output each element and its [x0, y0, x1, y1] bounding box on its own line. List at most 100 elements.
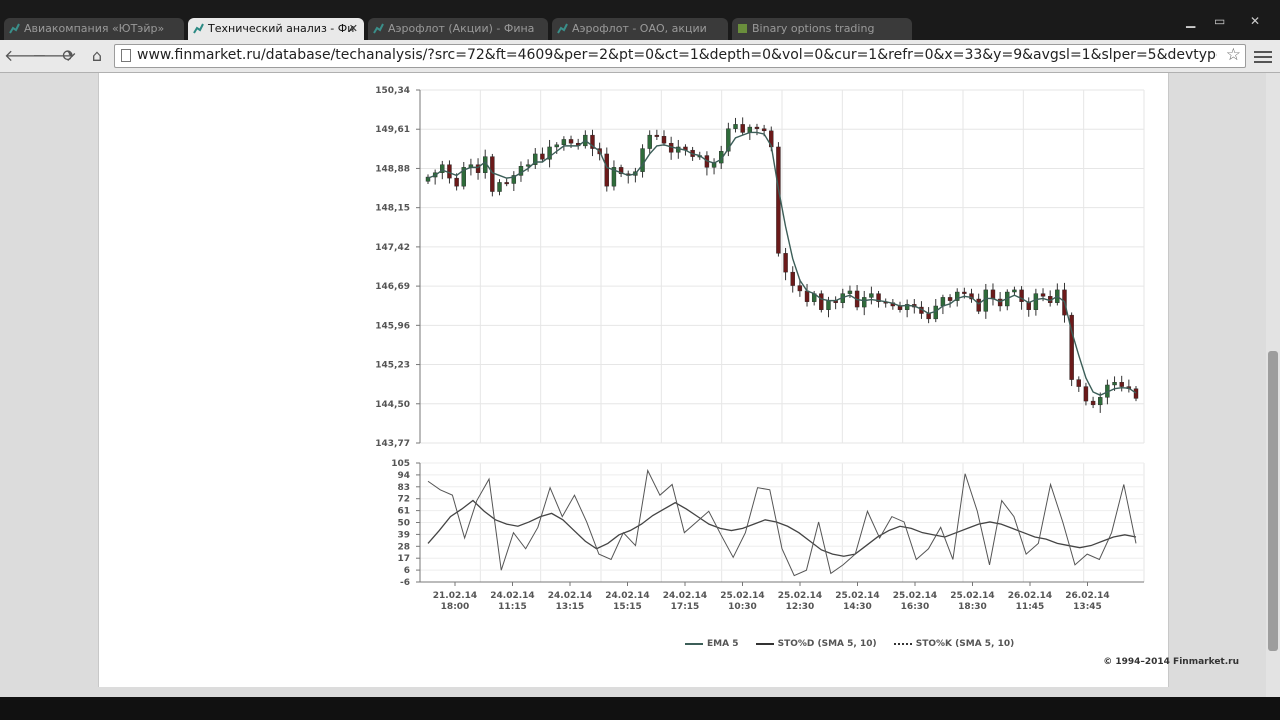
- candle-body: [554, 144, 559, 148]
- legend-sto-d-label: STO%D (SMA 5, 10): [777, 639, 877, 649]
- y-axis-tick-label: 50: [397, 519, 410, 529]
- x-axis-date-label: 26.02.14: [1008, 591, 1052, 601]
- x-axis-time-label: 17:15: [671, 602, 700, 612]
- candle-body: [568, 139, 574, 144]
- candle-body: [504, 182, 509, 185]
- y-axis-tick-label: 61: [397, 507, 410, 517]
- tab-5[interactable]: Binary options trading: [732, 18, 912, 40]
- forward-icon[interactable]: 🡒: [32, 45, 75, 67]
- x-axis-date-label: 24.02.14: [663, 591, 707, 601]
- x-axis-date-label: 25.02.14: [893, 591, 937, 601]
- candle-body: [1098, 397, 1103, 406]
- legend-sto-d: STO%D (SMA 5, 10): [755, 639, 877, 649]
- x-axis-date-label: 25.02.14: [950, 591, 994, 601]
- tab-2-active[interactable]: Технический анализ - Фи ✕: [188, 18, 364, 40]
- window-close-icon[interactable]: ✕: [1250, 14, 1260, 28]
- candle-body: [940, 297, 946, 307]
- candle-body: [525, 164, 531, 167]
- close-icon[interactable]: ✕: [349, 18, 358, 40]
- candle-body: [661, 136, 667, 144]
- y-axis-tick-label: 83: [397, 483, 410, 493]
- candle-body: [454, 177, 459, 187]
- address-text[interactable]: www.finmarket.ru/database/techanalysis/?…: [137, 47, 1217, 63]
- price-chart-axis: 150,34 149,61 148,88 148,15 147,42 146,69 145,…: [375, 86, 421, 449]
- candle-body: [497, 182, 502, 192]
- candle-body: [1076, 379, 1081, 387]
- chart-favicon-icon: [373, 23, 384, 34]
- home-icon[interactable]: ⌂: [86, 45, 108, 67]
- x-axis-date-label: 24.02.14: [548, 591, 592, 601]
- candle-body: [490, 156, 495, 192]
- candle-body: [983, 289, 989, 312]
- y-axis-tick-label: 148,15: [375, 204, 410, 214]
- candle-body: [1112, 382, 1117, 386]
- y-axis-tick-label: 144,50: [375, 400, 410, 410]
- tab-label: Авиакомпания «ЮТэйр»: [24, 22, 165, 35]
- x-axis-time-label: 10:30: [728, 602, 757, 612]
- x-axis-time-label: 14:30: [843, 602, 872, 612]
- x-axis-time-label: 15:15: [613, 602, 642, 612]
- y-axis-tick-label: 147,42: [375, 243, 410, 253]
- tab-label: Аэрофлот - ОАО, акции: [572, 22, 707, 35]
- tab-label: Технический анализ - Фи: [208, 22, 355, 35]
- x-axis-date-label: 25.02.14: [720, 591, 764, 601]
- page-favicon-icon: [738, 24, 747, 33]
- legend-ema-label: EMA 5: [707, 639, 739, 649]
- legend-ema: EMA 5: [685, 639, 738, 649]
- y-axis-tick-label: 28: [397, 542, 410, 552]
- tab-4[interactable]: Аэрофлот - ОАО, акции: [552, 18, 728, 40]
- candle-body: [776, 146, 781, 254]
- candle-body: [747, 126, 753, 133]
- x-axis-date-label: 25.02.14: [778, 591, 822, 601]
- x-axis-time-label: 18:30: [958, 602, 987, 612]
- x-axis-time-label: 18:00: [441, 602, 470, 612]
- candle-body: [990, 289, 996, 300]
- legend-sto-k: STO%K (SMA 5, 10): [893, 639, 1014, 649]
- y-axis-tick-label: 145,96: [375, 321, 410, 331]
- candle-body: [976, 298, 981, 312]
- menu-icon[interactable]: [1254, 48, 1272, 64]
- y-axis-tick-label: 145,23: [375, 361, 410, 371]
- address-bar[interactable]: www.finmarket.ru/database/techanalysis/?…: [114, 44, 1246, 68]
- candle-body: [561, 139, 567, 146]
- chart-area: 150,34 149,61 148,88 148,15 147,42 146,69 145,…: [375, 86, 1145, 612]
- tab-label: Binary options trading: [752, 22, 875, 35]
- candle-body: [790, 271, 795, 286]
- chart-favicon-icon: [557, 23, 568, 34]
- bookmark-star-icon[interactable]: ☆: [1226, 45, 1241, 65]
- candle-body: [804, 290, 810, 302]
- tab-3[interactable]: Аэрофлот (Акции) - Фина: [368, 18, 548, 40]
- candle-body: [826, 300, 831, 310]
- y-axis-tick-label: 148,88: [375, 164, 410, 174]
- copyright-text: © 1994–2014 Finmarket.ru: [1103, 657, 1239, 667]
- x-axis-time-label: 11:15: [498, 602, 527, 612]
- candle-body: [1133, 388, 1139, 399]
- x-axis-date-label: 21.02.14: [433, 591, 477, 601]
- scrollbar-thumb[interactable]: [1268, 351, 1278, 651]
- y-axis-tick-label: -6: [400, 578, 410, 588]
- x-axis-date-label: 24.02.14: [605, 591, 649, 601]
- candle-body: [1033, 293, 1039, 310]
- y-axis-tick-label: 39: [397, 530, 410, 540]
- candle-body: [947, 297, 953, 301]
- candle-body: [640, 148, 645, 172]
- x-axis-time-label: 13:15: [556, 602, 585, 612]
- candle-body: [754, 126, 760, 129]
- candle-body: [847, 290, 853, 294]
- back-icon[interactable]: 🡐: [4, 45, 47, 67]
- x-axis-labels: 21.02.1418:0024.02.1411:1524.02.1413:152…: [433, 582, 1110, 612]
- x-axis-time-label: 13:45: [1073, 602, 1102, 612]
- tab-strip: Авиакомпания «ЮТэйр» Технический анализ …: [0, 0, 1280, 40]
- minimize-icon[interactable]: ▁: [1186, 14, 1195, 28]
- y-axis-tick-label: 105: [391, 459, 410, 469]
- reload-icon[interactable]: ⟳: [58, 45, 80, 67]
- page-info-icon[interactable]: [121, 49, 131, 62]
- maximize-icon[interactable]: ▭: [1214, 14, 1225, 28]
- candle-body: [962, 291, 967, 294]
- candle-body: [862, 297, 867, 308]
- y-axis-tick-label: 94: [397, 471, 410, 481]
- candle-body: [540, 153, 545, 160]
- candle-body: [797, 285, 803, 292]
- candle-body: [740, 124, 745, 133]
- tab-1[interactable]: Авиакомпания «ЮТэйр»: [4, 18, 184, 40]
